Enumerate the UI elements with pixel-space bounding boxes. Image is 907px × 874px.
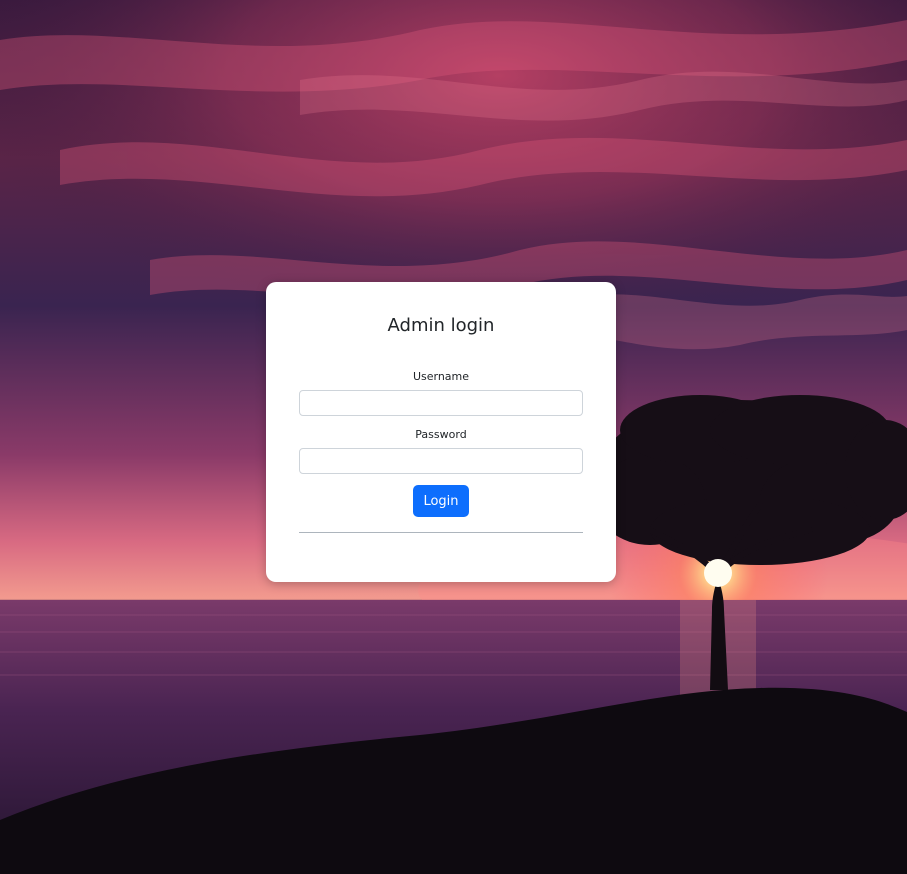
- login-card: Admin login Username Password Login: [266, 282, 616, 582]
- form-divider: [299, 532, 583, 533]
- password-input[interactable]: [299, 448, 583, 474]
- login-title: Admin login: [387, 315, 495, 336]
- password-label: Password: [415, 428, 467, 441]
- username-label: Username: [412, 370, 470, 383]
- username-input[interactable]: [299, 390, 583, 416]
- login-button[interactable]: Login: [413, 485, 469, 517]
